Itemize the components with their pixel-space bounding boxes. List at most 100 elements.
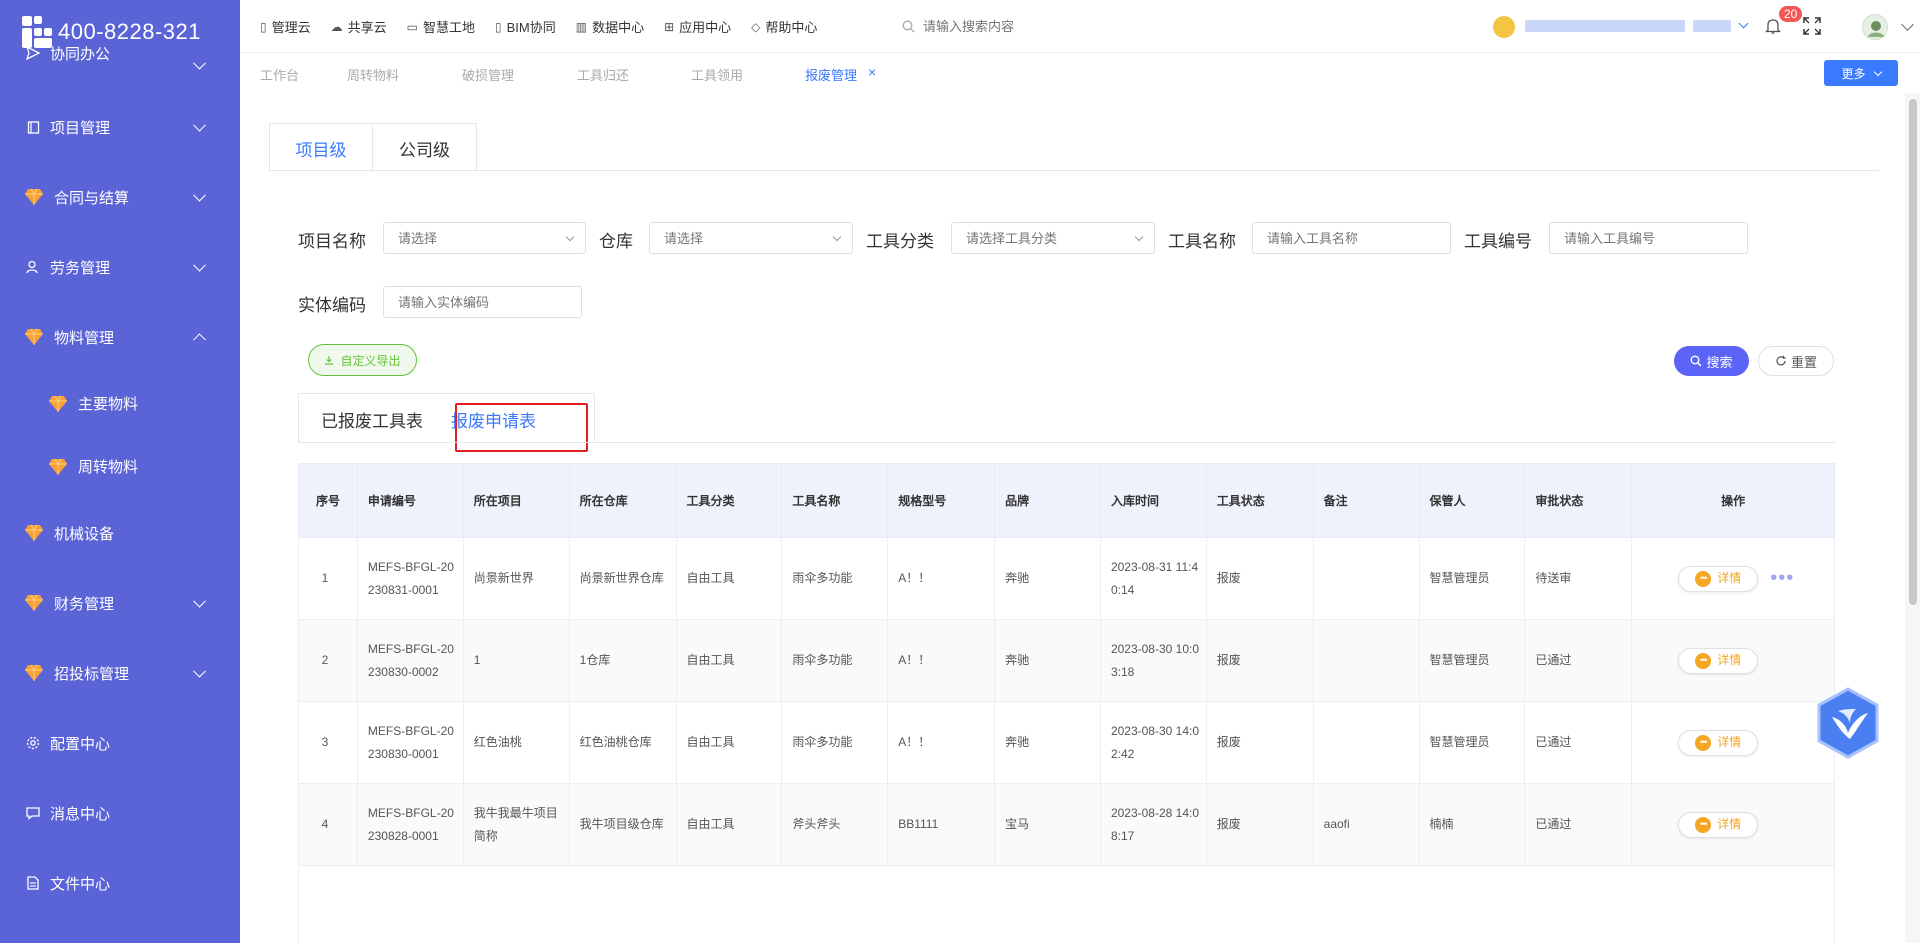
topnav-app-center[interactable]: ⊞ 应用中心 bbox=[664, 17, 731, 36]
entity-code-input[interactable] bbox=[398, 294, 581, 310]
project-select[interactable] bbox=[383, 222, 586, 254]
tab-tool-requisition[interactable]: 工具领用 bbox=[691, 65, 743, 84]
column-header[interactable]: 操作 bbox=[1632, 464, 1834, 537]
sidebar-item-finance[interactable]: 财务管理 bbox=[0, 568, 240, 638]
project-select-input[interactable] bbox=[398, 230, 585, 246]
sidebar-item-machinery[interactable]: 机械设备 bbox=[0, 498, 240, 568]
cell-no: 4 bbox=[299, 784, 358, 865]
scrollbar-thumb[interactable] bbox=[1909, 99, 1917, 605]
warehouse-label: 仓库 bbox=[599, 232, 633, 251]
vip-icon bbox=[1493, 16, 1515, 38]
sidebar-item-main-material[interactable]: 主要物料 bbox=[0, 372, 240, 435]
refresh-icon bbox=[1776, 355, 1786, 366]
tab-turnover-material[interactable]: 周转物料 bbox=[347, 65, 399, 84]
more-actions-icon[interactable]: ••• bbox=[1770, 567, 1794, 590]
sidebar-item-material[interactable]: 物料管理 bbox=[0, 302, 240, 372]
column-header[interactable]: 申请编号 bbox=[358, 464, 464, 537]
topnav-smart-site[interactable]: ▭ 智慧工地 bbox=[407, 17, 475, 36]
column-header[interactable]: 审批状态 bbox=[1525, 464, 1633, 537]
detail-button[interactable]: ••• 详情 bbox=[1678, 729, 1759, 756]
column-header[interactable]: 序号 bbox=[299, 464, 358, 537]
column-header[interactable]: 品牌 bbox=[995, 464, 1101, 537]
topnav-bim[interactable]: ▯ BIM协同 bbox=[495, 17, 556, 36]
bell-icon[interactable] bbox=[1765, 17, 1781, 35]
cell-no: 2 bbox=[299, 620, 358, 701]
topnav-management-cloud[interactable]: ▯ 管理云 bbox=[260, 17, 311, 36]
tool-number-input[interactable] bbox=[1564, 230, 1747, 246]
blurred-user-name[interactable] bbox=[1693, 20, 1731, 32]
reset-button[interactable]: 重置 bbox=[1758, 346, 1834, 376]
sidebar-item-label: 周转物料 bbox=[78, 459, 139, 476]
sidebar-item-labor[interactable]: 劳务管理 bbox=[0, 232, 240, 302]
blurred-org-name bbox=[1525, 20, 1685, 32]
gem-icon bbox=[25, 328, 43, 345]
top-header: ▯ 管理云 ☁ 共享云 ▭ 智慧工地 ▯ BIM协同 ▥ 数据中心 ⊞ 应用中心 ◇ 帮助中心… bbox=[240, 0, 1920, 53]
sidebar-item-message[interactable]: 消息中心 bbox=[0, 778, 240, 848]
tool-name-field[interactable] bbox=[1252, 222, 1451, 254]
sidebar-item-bidding[interactable]: 招投标管理 bbox=[0, 638, 240, 708]
tab-company-level[interactable]: 公司级 bbox=[373, 124, 476, 172]
column-header[interactable]: 工具名称 bbox=[782, 464, 889, 537]
cell-tool-name: 雨伞多功能 bbox=[782, 620, 889, 701]
sidebar-item-project[interactable]: 项目管理 bbox=[0, 92, 240, 162]
scrap-application-table: 序号 申请编号 所在项目 所在仓库 工具分类 工具名称 规格型号 品牌 入库时间… bbox=[298, 463, 1835, 943]
tab-project-level[interactable]: 项目级 bbox=[270, 124, 373, 172]
cell-no: 1 bbox=[299, 538, 358, 619]
tool-category-select[interactable] bbox=[951, 222, 1155, 254]
detail-button[interactable]: ••• 详情 bbox=[1678, 811, 1759, 838]
column-header[interactable]: 所在项目 bbox=[464, 464, 570, 537]
tab-scrapped-tools[interactable]: 已报废工具表 bbox=[321, 394, 423, 444]
page-scrollbar[interactable] bbox=[1905, 93, 1920, 943]
sidebar-item-collab[interactable]: 协同办公 bbox=[0, 38, 240, 92]
column-header[interactable]: 工具状态 bbox=[1207, 464, 1314, 537]
column-header[interactable]: 工具分类 bbox=[677, 464, 783, 537]
tab-workbench[interactable]: 工作台 bbox=[260, 65, 299, 84]
cell-project: 我牛我最牛项目简称 bbox=[464, 784, 570, 865]
tool-number-field[interactable] bbox=[1549, 222, 1748, 254]
column-header[interactable]: 备注 bbox=[1314, 464, 1420, 537]
table-empty-area bbox=[298, 866, 1835, 943]
topnav-help-center[interactable]: ◇ 帮助中心 bbox=[751, 17, 817, 36]
cell-brand: 奔驰 bbox=[995, 702, 1101, 783]
sidebar-item-label: 财务管理 bbox=[54, 595, 115, 613]
fullscreen-icon[interactable] bbox=[1802, 16, 1822, 36]
tool-name-input[interactable] bbox=[1267, 230, 1450, 246]
topnav-data-center[interactable]: ▥ 数据中心 bbox=[576, 17, 644, 36]
global-search-input[interactable] bbox=[923, 18, 1143, 34]
topnav-share-cloud[interactable]: ☁ 共享云 bbox=[331, 17, 387, 36]
main-content: 项目级 公司级 项目名称 仓库 工具分类 工具名称 工具编号 实体编码 自定义导… bbox=[240, 93, 1905, 943]
detail-button[interactable]: ••• 详情 bbox=[1678, 647, 1759, 674]
sidebar-item-contract[interactable]: 合同与结算 bbox=[0, 162, 240, 232]
more-icon: ••• bbox=[1695, 570, 1712, 587]
more-icon: ••• bbox=[1695, 734, 1712, 751]
gear-icon bbox=[24, 734, 42, 752]
sidebar-item-config[interactable]: 配置中心 bbox=[0, 708, 240, 778]
custom-export-button[interactable]: 自定义导出 bbox=[308, 344, 417, 376]
column-header[interactable]: 保管人 bbox=[1420, 464, 1526, 537]
tab-damage-management[interactable]: 破损管理 bbox=[462, 65, 514, 84]
tab-scrap-management[interactable]: 报废管理 bbox=[805, 65, 857, 84]
cell-remark bbox=[1314, 538, 1420, 619]
warehouse-select[interactable] bbox=[649, 222, 853, 254]
search-button[interactable]: 搜索 bbox=[1674, 346, 1749, 376]
sidebar-item-file[interactable]: 文件中心 bbox=[0, 848, 240, 918]
warehouse-select-input[interactable] bbox=[664, 230, 852, 246]
entity-code-field[interactable] bbox=[383, 286, 582, 318]
column-header[interactable]: 所在仓库 bbox=[570, 464, 677, 537]
column-header[interactable]: 规格型号 bbox=[888, 464, 996, 537]
cell-time: 2023-08-31 11:40:14 bbox=[1101, 538, 1207, 619]
avatar[interactable] bbox=[1862, 14, 1888, 40]
global-search[interactable] bbox=[902, 15, 1162, 37]
chevron-down-icon[interactable] bbox=[1901, 18, 1914, 31]
cell-time: 2023-08-28 14:08:17 bbox=[1101, 784, 1207, 865]
chevron-down-icon[interactable] bbox=[1738, 18, 1749, 29]
column-header[interactable]: 入库时间 bbox=[1101, 464, 1207, 537]
close-icon[interactable]: × bbox=[868, 64, 876, 80]
sidebar-item-turnover-material[interactable]: 周转物料 bbox=[0, 435, 240, 498]
assistant-bird-icon[interactable] bbox=[1816, 687, 1880, 759]
tool-category-select-input[interactable] bbox=[966, 230, 1154, 246]
tab-tool-return[interactable]: 工具归还 bbox=[577, 65, 629, 84]
level-tabs: 项目级 公司级 bbox=[269, 123, 477, 172]
detail-button[interactable]: ••• 详情 bbox=[1678, 565, 1759, 592]
more-button[interactable]: 更多 bbox=[1824, 60, 1898, 86]
